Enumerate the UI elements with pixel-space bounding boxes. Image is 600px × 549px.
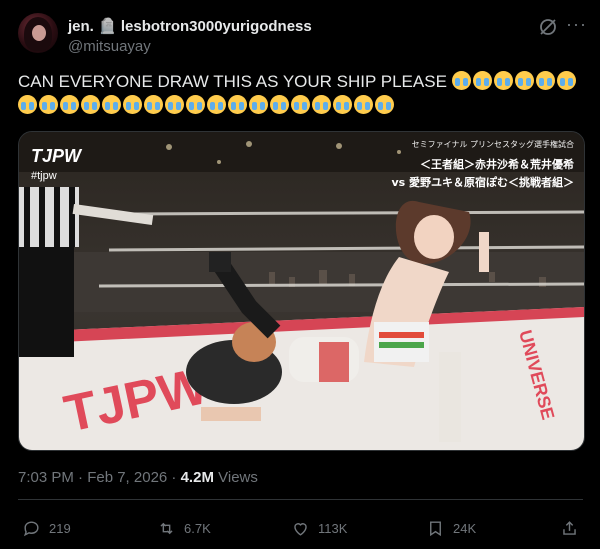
reply-button[interactable]: 219 <box>22 516 71 540</box>
like-count: 113K <box>318 520 348 536</box>
hashtag-text: #tjpw <box>31 170 57 182</box>
views-label: Views <box>218 469 258 486</box>
post-text-content: CAN EVERYONE DRAW THIS AS YOUR SHIP PLEA… <box>18 72 447 91</box>
user-handle[interactable]: @mitsuayay <box>68 38 151 55</box>
crying-face-emoji <box>535 71 555 90</box>
share-icon <box>563 520 576 535</box>
reply-icon <box>23 520 39 536</box>
crying-face-emoji <box>354 95 373 114</box>
views-count: 4.2M <box>180 469 214 486</box>
like-button[interactable]: 113K <box>291 516 347 540</box>
bookmark-button[interactable]: 24K <box>426 516 476 540</box>
crying-face-emoji <box>102 95 121 114</box>
bookmark-icon <box>430 520 441 536</box>
divider <box>18 499 583 500</box>
crying-face-emoji <box>493 71 513 90</box>
crying-face-emoji <box>207 95 226 114</box>
timestamp[interactable]: 7:03 PM · Feb 7, 2026 · <box>18 469 181 486</box>
crying-face-emoji <box>18 95 37 114</box>
post-text: CAN EVERYONE DRAW THIS AS YOUR SHIP PLEA… <box>18 70 578 118</box>
crying-face-emoji <box>186 95 205 114</box>
repost-button[interactable]: 6.7K <box>157 516 211 540</box>
tweet: jen. 🪦 lesbotron3000yurigodness @mitsuay… <box>0 0 600 549</box>
reply-count: 219 <box>49 520 71 536</box>
crying-face-emoji <box>472 71 492 90</box>
heart-icon <box>294 522 307 536</box>
repost-icon <box>160 522 173 534</box>
wrestling-photo: TJPW UNIVERSE TJPW #tjpw セミファイナル プリンセスタッ… <box>19 132 584 450</box>
display-name[interactable]: jen. 🪦 lesbotron3000yurigodness <box>68 17 312 35</box>
post-metadata: 7:03 PM · Feb 7, 2026 · 4.2M Views <box>18 469 258 486</box>
crying-face-emoji <box>249 95 268 114</box>
crying-face-emoji <box>514 71 534 90</box>
crying-face-emoji <box>39 95 58 114</box>
crying-face-emoji <box>556 71 576 90</box>
crying-face-emoji <box>228 95 247 114</box>
grok-icon[interactable] <box>538 17 558 37</box>
crying-face-emoji <box>270 95 289 114</box>
crying-face-emoji <box>312 95 331 114</box>
svg-text:セミファイナル プリンセスタッグ選手権試合: セミファイナル プリンセスタッグ選手権試合 <box>412 139 574 149</box>
crying-face-emoji <box>123 95 142 114</box>
share-button[interactable] <box>560 516 587 540</box>
media-image[interactable]: TJPW UNIVERSE TJPW #tjpw セミファイナル プリンセスタッ… <box>18 131 585 451</box>
svg-text:TJPW: TJPW <box>31 146 83 166</box>
bookmark-count: 24K <box>453 520 477 536</box>
crying-face-emoji <box>375 95 394 114</box>
crying-face-emoji <box>291 95 310 114</box>
crying-face-emoji <box>451 71 471 90</box>
crying-face-emoji <box>81 95 100 114</box>
more-options-icon[interactable]: ··· <box>566 14 587 35</box>
crying-face-emoji <box>60 95 79 114</box>
crying-face-emoji <box>144 95 163 114</box>
crying-face-emoji <box>165 95 184 114</box>
crying-face-emoji <box>333 95 352 114</box>
svg-text:vs 愛野ユキ＆原宿ぽむ＜挑戦者組＞: vs 愛野ユキ＆原宿ぽむ＜挑戦者組＞ <box>391 175 574 189</box>
avatar[interactable] <box>18 13 58 53</box>
svg-text:＜王者組＞赤井沙希＆荒井優希: ＜王者組＞赤井沙希＆荒井優希 <box>420 157 574 171</box>
repost-count: 6.7K <box>184 520 211 536</box>
